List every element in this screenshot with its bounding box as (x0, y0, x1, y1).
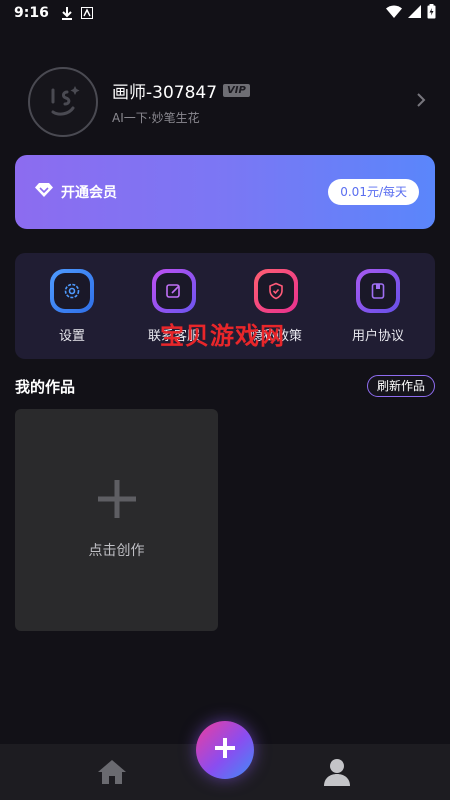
works-header: 我的作品 刷新作品 (15, 372, 435, 400)
chevron-right-icon[interactable] (416, 92, 426, 112)
menu-item-user-agreement[interactable]: 用户协议 (328, 268, 428, 344)
document-icon (356, 268, 400, 313)
settings-icon (50, 268, 94, 313)
plus-icon (215, 738, 235, 762)
home-icon[interactable] (98, 760, 126, 788)
vip-banner-label: 开通会员 (61, 185, 117, 201)
vip-badge: VIP (223, 84, 250, 97)
create-work-label: 点击创作 (88, 543, 145, 559)
signal-icon (408, 4, 421, 22)
profile-header[interactable]: 画师-307847 VIP AI一下·妙笔生花 (28, 66, 428, 138)
refresh-works-button[interactable]: 刷新作品 (366, 375, 435, 397)
user-icon[interactable] (324, 758, 350, 790)
edit-icon (152, 268, 196, 313)
watermark: 宝贝游戏网 (160, 322, 285, 350)
plus-icon (97, 480, 136, 522)
profile-info: 画师-307847 VIP AI一下·妙笔生花 (112, 78, 250, 126)
wink-face-icon (39, 76, 87, 128)
status-time: 9:16 (14, 5, 49, 21)
menu-label-settings: 设置 (58, 328, 85, 344)
nickname: 画师-307847 (112, 83, 218, 103)
create-fab-button[interactable] (196, 721, 254, 779)
works-title: 我的作品 (15, 377, 76, 396)
menu-label-user-agreement: 用户协议 (351, 328, 404, 344)
slogan: AI一下·妙笔生花 (112, 111, 200, 125)
avatar[interactable] (28, 67, 98, 137)
a-icon (80, 7, 93, 19)
wifi-icon (386, 5, 402, 22)
shield-icon (254, 268, 298, 313)
status-bar: 9:16 (0, 0, 450, 26)
battery-icon (427, 3, 436, 23)
create-work-card[interactable]: 点击创作 (15, 409, 218, 631)
download-icon (61, 6, 73, 20)
vip-price-button[interactable]: 0.01元/每天 (328, 179, 419, 205)
vip-banner[interactable]: 开通会员 0.01元/每天 (15, 155, 435, 229)
menu-item-settings[interactable]: 设置 (22, 268, 122, 344)
diamond-icon (35, 182, 53, 202)
